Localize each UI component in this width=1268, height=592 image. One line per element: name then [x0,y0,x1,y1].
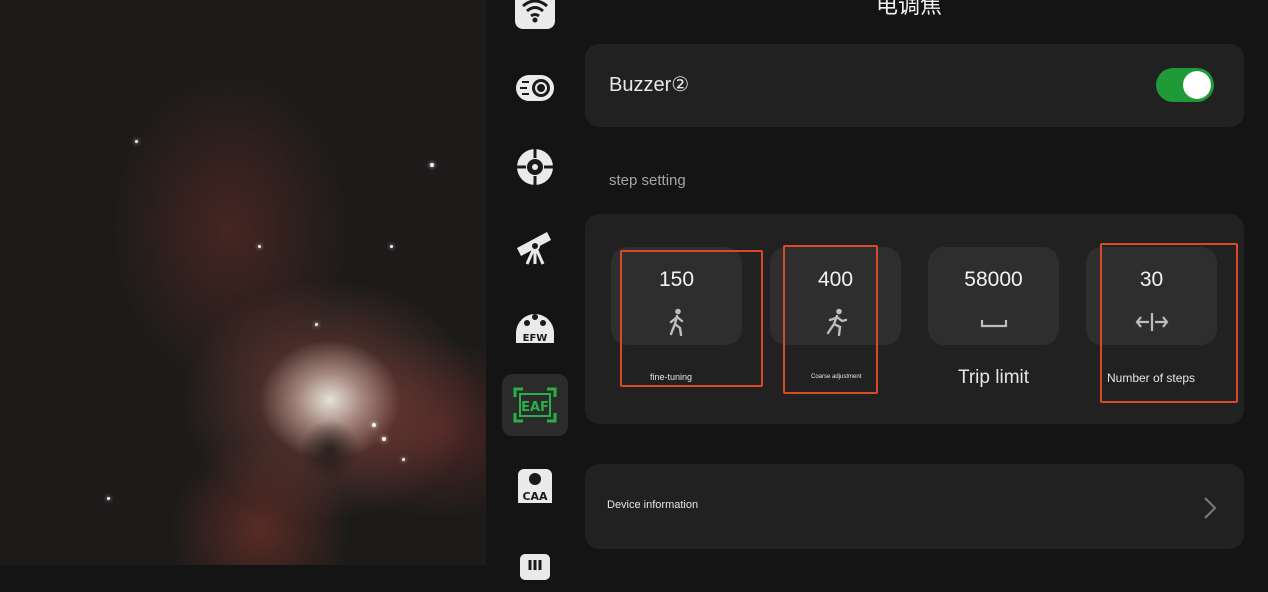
highlight-box [1100,243,1238,403]
buzzer-label: Buzzer② [609,74,690,96]
sidebar-item-wifi[interactable] [502,0,568,40]
step-setting-label: step setting [609,172,686,189]
star [390,245,393,248]
star [258,245,261,248]
trip-limit-value: 58000 [964,268,1023,291]
sidebar-item-camera[interactable] [502,57,568,119]
device-icon [514,540,556,582]
telescope-icon [513,224,557,266]
sidebar-item-guide[interactable] [502,136,568,198]
device-sidebar: EFW EAF CAA [486,0,584,580]
star [135,140,138,143]
efw-icon: EFW [514,303,556,345]
highlight-box [783,245,878,394]
star [402,458,405,461]
space-bar-icon [928,308,1059,336]
buzzer-toggle[interactable] [1156,68,1214,102]
svg-text:EAF: EAF [521,400,549,415]
crosshair-icon [514,146,556,188]
star [315,323,318,326]
sidebar-item-rotator[interactable]: CAA [502,453,568,515]
toggle-knob [1183,71,1211,99]
sidebar-item-mount[interactable] [502,214,568,276]
svg-text:EFW: EFW [523,333,548,344]
eaf-icon: EAF [513,387,557,423]
chevron-right-icon [1200,495,1220,526]
star [430,163,434,167]
star [382,437,386,441]
svg-text:CAA: CAA [522,490,548,503]
sidebar-item-more[interactable] [502,530,568,592]
wifi-icon [514,0,556,30]
sidebar-item-focuser[interactable]: EAF [502,374,568,436]
star [107,497,110,500]
highlight-box [620,250,763,387]
page-title: 电调焦 [876,0,943,18]
device-information-label: Device information [607,499,699,511]
sidebar-item-filter-wheel[interactable]: EFW [502,293,568,355]
caa-icon: CAA [514,463,556,505]
camera-icon [514,67,556,109]
sky-preview-image [0,0,486,565]
dark-nebula-lane [300,420,360,480]
star [372,423,376,427]
trip-limit-caption: Trip limit [957,367,1030,388]
